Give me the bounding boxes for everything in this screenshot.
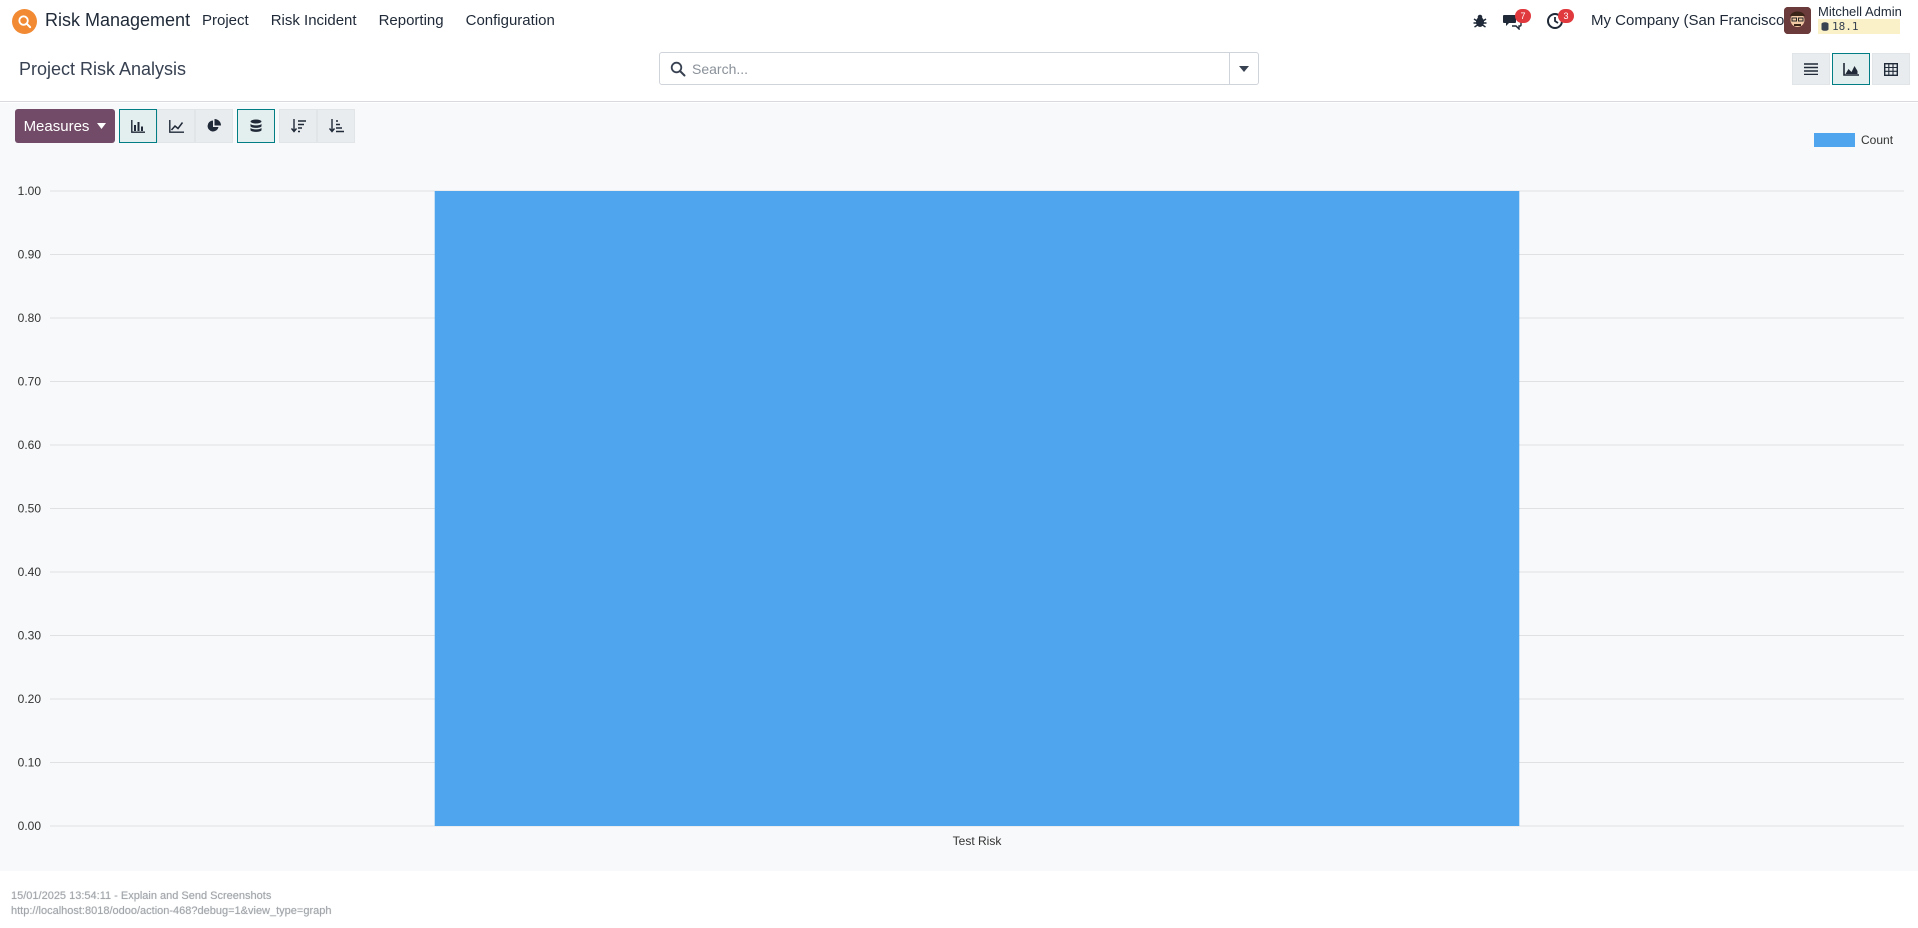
y-tick-label: 1.00 <box>18 184 42 198</box>
menu-item-project[interactable]: Project <box>202 12 249 29</box>
y-tick-label: 0.80 <box>18 311 42 325</box>
graph-view-button[interactable] <box>1832 53 1870 85</box>
list-view-button[interactable] <box>1792 53 1830 85</box>
y-tick-label: 0.60 <box>18 438 42 452</box>
top-navbar: Risk Management Project Risk Incident Re… <box>0 0 1918 42</box>
user-name[interactable]: Mitchell Admin <box>1818 4 1902 19</box>
pivot-table-icon <box>1884 62 1898 76</box>
y-tick-label: 0.20 <box>18 692 42 706</box>
activities-badge: 3 <box>1558 9 1574 23</box>
legend-swatch-count <box>1814 133 1855 147</box>
list-icon <box>1804 63 1818 75</box>
page-title: Project Risk Analysis <box>19 59 187 79</box>
menu-item-reporting[interactable]: Reporting <box>379 12 444 29</box>
y-tick-label: 0.40 <box>18 565 42 579</box>
search-bar[interactable] <box>659 52 1259 85</box>
view-switcher <box>1790 53 1910 85</box>
search-input[interactable] <box>692 54 1222 83</box>
debug-url-text: http://localhost:8018/odoo/action-468?de… <box>11 905 332 917</box>
graph-view-content: Measures 0.00 0.10 0.20 0.30 0.40 0.50 0… <box>0 103 1918 871</box>
app-name[interactable]: Risk Management <box>45 10 190 31</box>
menu-item-configuration[interactable]: Configuration <box>466 12 555 29</box>
database-icon <box>1821 22 1829 31</box>
debug-bug-icon[interactable] <box>1471 12 1491 30</box>
app-logo-icon[interactable] <box>12 9 37 34</box>
y-tick-label: 0.70 <box>18 375 42 389</box>
menu-item-risk-incident[interactable]: Risk Incident <box>271 12 357 29</box>
debug-timestamp-text: 15/01/2025 13:54:11 - Explain and Send S… <box>11 890 272 902</box>
pivot-view-button[interactable] <box>1872 53 1910 85</box>
chart-legend[interactable]: Count <box>1814 133 1893 147</box>
legend-label-count: Count <box>1861 133 1894 147</box>
y-tick-label: 0.90 <box>18 248 42 262</box>
y-tick-label: 0.30 <box>18 629 42 643</box>
y-tick-label: 0.10 <box>18 756 42 770</box>
area-chart-icon <box>1843 62 1859 76</box>
bar-chart: 0.00 0.10 0.20 0.30 0.40 0.50 0.60 0.70 0.80 0.90… <box>18 184 1904 848</box>
bar-test-risk[interactable] <box>434 191 1520 826</box>
company-switcher[interactable]: My Company (San Francisco) <box>1591 12 1789 29</box>
search-options-toggle[interactable] <box>1229 53 1258 84</box>
messages-badge: 7 <box>1515 9 1531 23</box>
y-tick-label: 0.50 <box>18 502 42 516</box>
y-tick-label: 0.00 <box>18 819 42 833</box>
x-tick-label: Test Risk <box>953 834 1003 848</box>
database-version-label: 18.1 <box>1832 20 1859 33</box>
search-icon <box>670 61 686 77</box>
main-menu: Project Risk Incident Reporting Configur… <box>202 12 555 29</box>
control-panel: Project Risk Analysis <box>0 42 1918 102</box>
caret-down-icon <box>1239 65 1249 72</box>
database-version-tag: 18.1 <box>1818 19 1900 34</box>
user-avatar[interactable] <box>1784 7 1811 34</box>
